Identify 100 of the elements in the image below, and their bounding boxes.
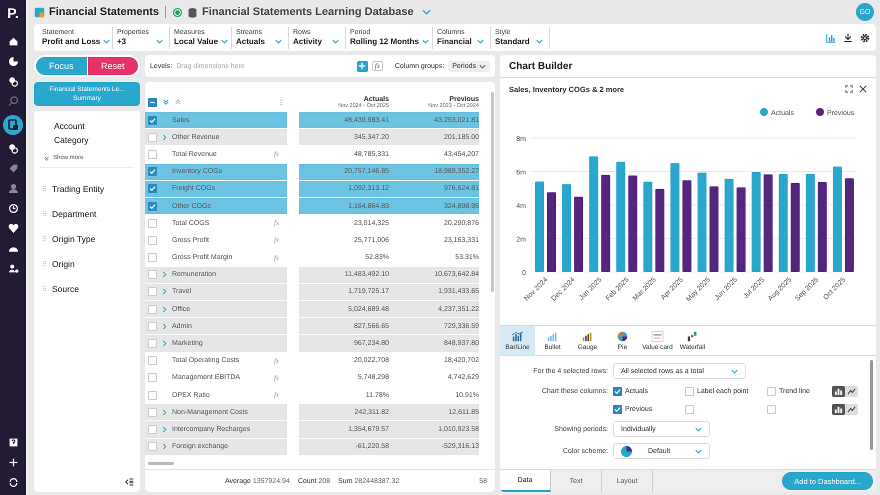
row-checkbox[interactable] (148, 218, 157, 228)
expand-icon[interactable] (162, 288, 167, 296)
row-checkbox[interactable] (148, 287, 157, 296)
caret-icon[interactable] (275, 39, 282, 44)
line-toggle[interactable] (845, 404, 858, 414)
help-icon[interactable] (6, 436, 20, 449)
bar[interactable] (844, 178, 854, 272)
dimension-item[interactable]: Origin Type (52, 234, 96, 244)
bar[interactable] (682, 180, 692, 272)
network-icon[interactable] (6, 75, 20, 88)
collapse-panel-icon[interactable] (125, 478, 134, 486)
dimension-item[interactable]: Account Category (40, 115, 94, 147)
refresh-icon[interactable] (6, 476, 20, 489)
caret-icon[interactable] (221, 39, 228, 44)
expand-icon[interactable] (162, 134, 167, 141)
dimension-item[interactable]: Department (52, 208, 96, 218)
row-checkbox[interactable] (148, 116, 157, 125)
pie-chart-icon[interactable] (6, 55, 20, 68)
download-icon[interactable] (843, 32, 853, 42)
row-checkbox[interactable] (148, 373, 157, 382)
drag-handle-icon[interactable] (280, 98, 283, 106)
row-checkbox[interactable] (148, 339, 157, 348)
row-checkbox[interactable] (148, 408, 157, 417)
row-checkbox[interactable] (148, 150, 157, 159)
checkbox[interactable] (685, 386, 694, 396)
row-checkbox[interactable] (148, 304, 157, 314)
caret-icon[interactable] (477, 39, 484, 44)
bar[interactable] (818, 182, 827, 272)
dimension-item[interactable]: Origin (52, 258, 75, 268)
dimension-item[interactable]: Source (52, 284, 79, 294)
settings-icon[interactable] (860, 32, 870, 42)
bar[interactable] (790, 183, 800, 272)
row-checkbox[interactable] (148, 322, 157, 331)
row-checkbox[interactable] (148, 253, 157, 262)
user-settings-icon[interactable] (6, 262, 20, 275)
expand-all-icon[interactable] (163, 99, 169, 105)
search-icon[interactable] (6, 95, 20, 108)
drag-handle-icon[interactable] (43, 210, 46, 217)
heart-icon[interactable] (6, 222, 20, 235)
bar-toggle[interactable] (832, 386, 845, 396)
row-checkbox[interactable] (148, 236, 157, 245)
scrollbar[interactable] (491, 92, 494, 292)
scrollbar[interactable] (870, 360, 873, 450)
drag-handle-icon[interactable] (43, 260, 46, 267)
database-name[interactable]: Financial Statements Learning Database (202, 6, 414, 18)
expand-icon[interactable] (162, 306, 167, 313)
expand-icon[interactable] (162, 271, 167, 278)
expand-icon[interactable] (162, 340, 167, 348)
select-all-checkbox[interactable] (148, 98, 157, 106)
app-logo[interactable]: P. (7, 4, 19, 22)
row-checkbox[interactable] (148, 390, 157, 400)
bar[interactable] (736, 187, 746, 272)
caret-icon[interactable] (422, 39, 429, 44)
checkbox[interactable] (613, 404, 622, 414)
caret-icon[interactable] (332, 39, 339, 44)
line-toggle[interactable] (845, 386, 858, 396)
row-checkbox[interactable] (148, 356, 157, 366)
history-icon[interactable] (6, 202, 20, 215)
report-icon[interactable] (3, 115, 23, 135)
caret-icon[interactable] (422, 9, 431, 15)
row-checkbox[interactable] (148, 424, 157, 434)
bar[interactable] (655, 188, 664, 272)
checkbox[interactable] (767, 404, 776, 414)
row-checkbox[interactable] (148, 202, 157, 211)
caret-icon[interactable] (479, 64, 486, 68)
bar-chart-icon[interactable] (826, 32, 836, 42)
bar[interactable] (764, 174, 773, 272)
drag-handle-icon[interactable] (43, 285, 46, 292)
bar-toggle[interactable] (832, 404, 845, 414)
expand-icon[interactable] (162, 408, 167, 416)
fullscreen-icon[interactable] (845, 85, 853, 93)
checkbox[interactable] (613, 386, 622, 396)
checkbox[interactable] (767, 386, 776, 396)
close-icon[interactable] (859, 85, 867, 93)
bar[interactable] (628, 176, 638, 272)
home-icon[interactable] (6, 35, 20, 48)
dimension-item[interactable]: Trading Entity (52, 184, 104, 194)
caret-icon[interactable] (156, 39, 163, 44)
row-checkbox[interactable] (148, 132, 157, 142)
add-button[interactable] (356, 60, 368, 72)
expand-icon[interactable] (162, 322, 167, 330)
coins-icon[interactable] (6, 142, 20, 155)
expand-icon[interactable] (162, 443, 167, 450)
row-checkbox[interactable] (148, 167, 157, 176)
expand-icon[interactable] (162, 426, 167, 433)
scrollbar[interactable] (148, 462, 174, 465)
caret-icon[interactable] (536, 39, 543, 44)
drag-handle-icon[interactable] (43, 235, 46, 242)
user-icon[interactable] (6, 182, 20, 195)
bar[interactable] (574, 196, 584, 272)
bar[interactable] (601, 174, 610, 272)
row-checkbox[interactable] (148, 184, 157, 194)
collapse-all-icon[interactable] (175, 99, 181, 105)
row-checkbox[interactable] (148, 270, 157, 280)
reset-button[interactable]: Reset (88, 57, 138, 75)
drag-handle-icon[interactable] (43, 185, 46, 192)
checkbox[interactable] (685, 404, 694, 414)
row-checkbox[interactable] (148, 442, 157, 452)
plus-icon[interactable] (6, 456, 20, 469)
caret-icon[interactable] (103, 39, 110, 44)
